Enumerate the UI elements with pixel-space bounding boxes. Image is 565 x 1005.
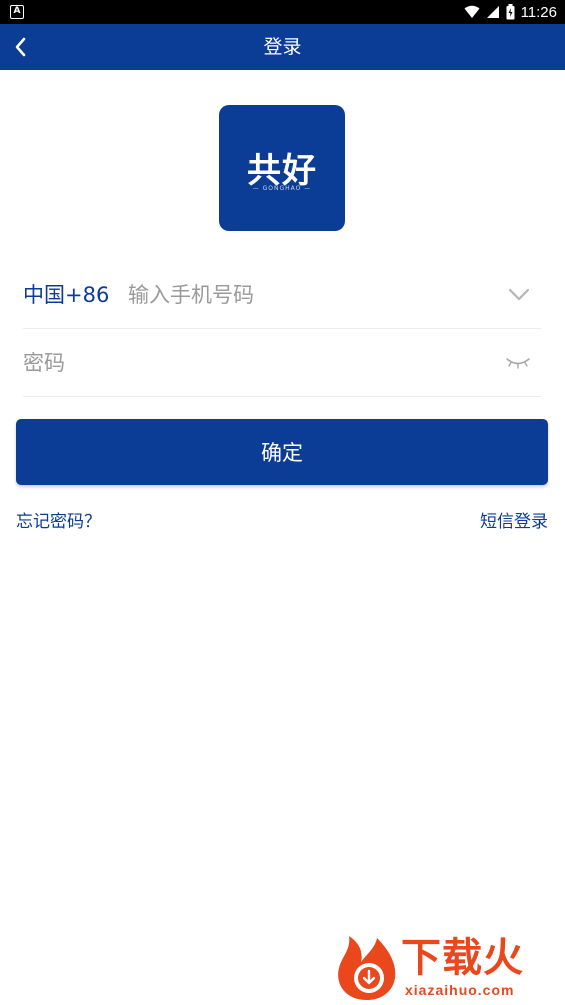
phone-row: 中国+86 — [23, 262, 541, 329]
country-code-selector[interactable]: 中国+86 — [23, 262, 109, 328]
watermark-text: 下载火 — [401, 935, 524, 981]
watermark: 下载火 xiazaihuo.com — [333, 930, 563, 1005]
chevron-down-icon[interactable] — [507, 284, 531, 306]
wifi-icon — [464, 5, 480, 18]
status-bar: A 11:26 — [0, 0, 565, 24]
eye-closed-icon[interactable] — [505, 354, 531, 372]
notification-icon: A — [10, 5, 24, 19]
nav-bar: 登录 — [0, 24, 565, 70]
password-row — [23, 330, 541, 397]
page-title: 登录 — [263, 36, 302, 58]
confirm-button[interactable]: 确定 — [16, 419, 548, 485]
flame-logo-icon — [338, 936, 396, 1000]
status-time: 11:26 — [520, 3, 557, 21]
logo-subtext: — GONGHAO — — [252, 185, 312, 192]
password-input[interactable] — [23, 346, 463, 380]
status-right: 11:26 — [464, 0, 557, 24]
signal-icon — [486, 6, 499, 18]
phone-input[interactable] — [128, 278, 488, 312]
watermark-url: xiazaihuo.com — [405, 982, 515, 998]
forgot-password-link[interactable]: 忘记密码？ — [16, 510, 101, 534]
app-logo: 共好 — GONGHAO — — [219, 105, 345, 231]
sms-login-link[interactable]: 短信登录 — [480, 510, 548, 534]
battery-icon — [506, 4, 515, 20]
